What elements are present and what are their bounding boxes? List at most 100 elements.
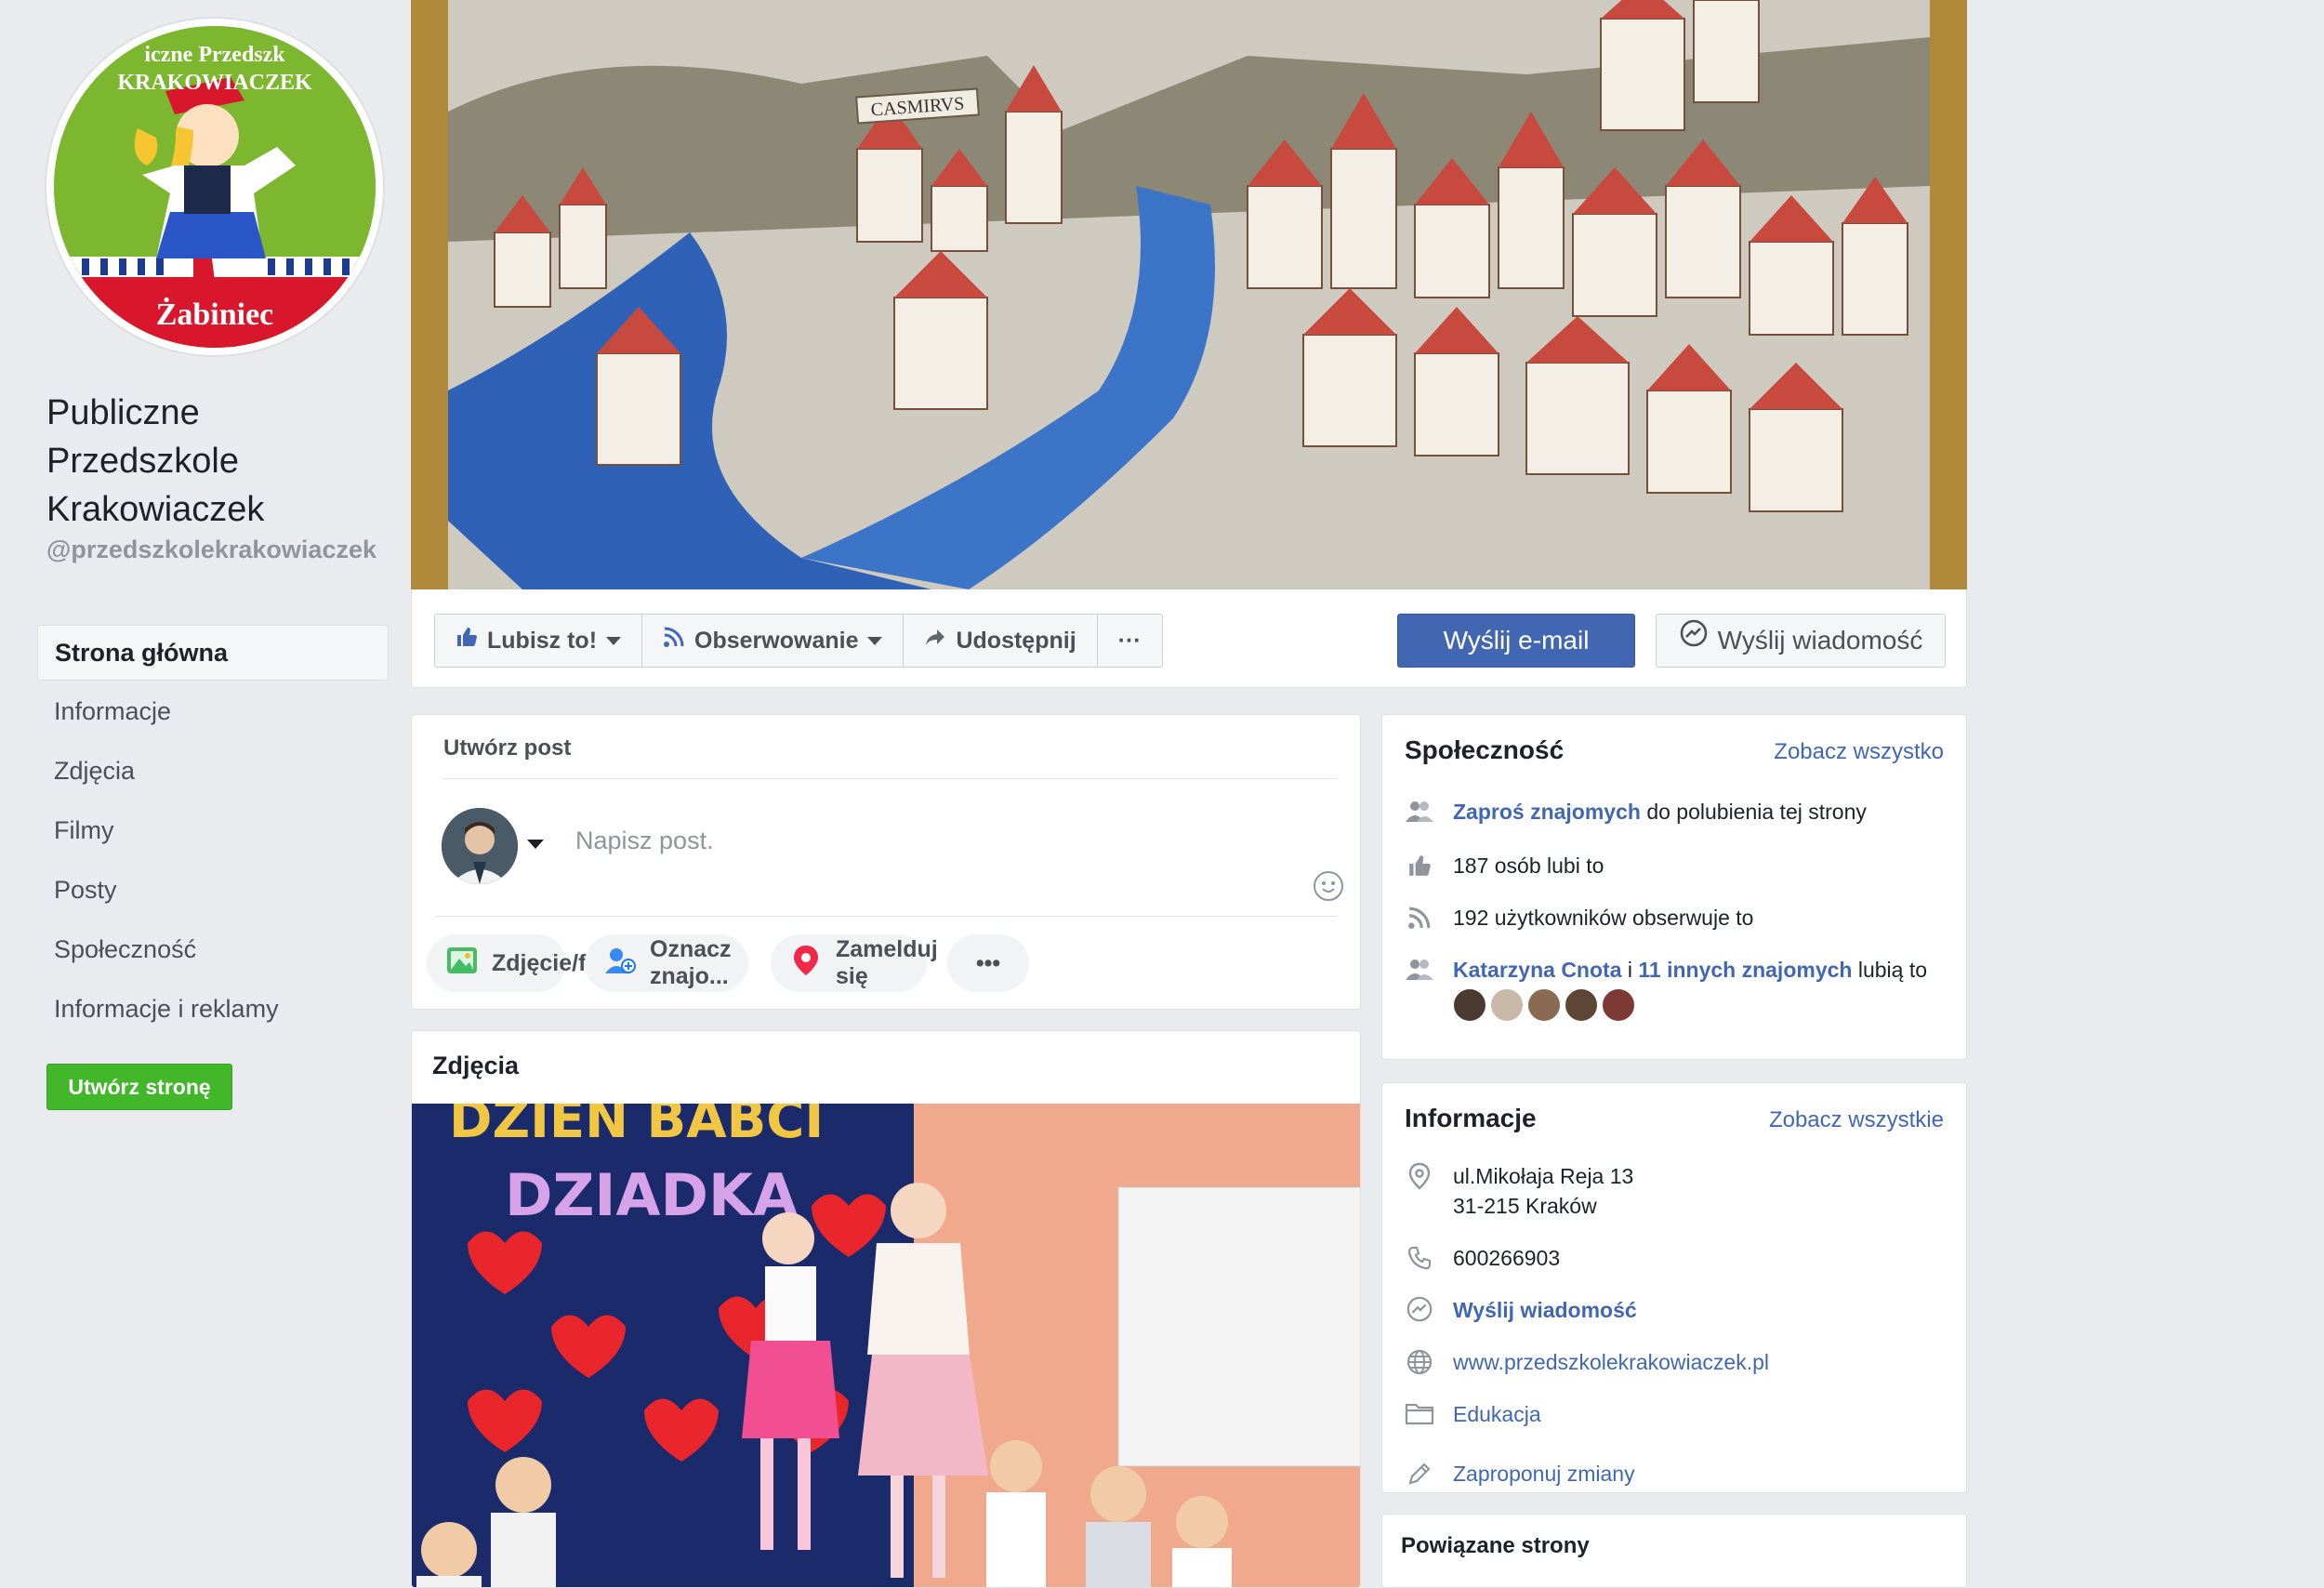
follows-count: 192 użytkowników obserwuje to bbox=[1453, 906, 1754, 930]
thumbs-up-icon bbox=[456, 615, 478, 667]
post-composer-input[interactable]: Napisz post. bbox=[575, 827, 714, 855]
follows-row: 192 użytkowników obserwuje to bbox=[1405, 903, 1948, 933]
more-dots-icon: ••• bbox=[975, 949, 1001, 976]
page-title-line3: Krakowiaczek bbox=[46, 490, 265, 529]
invite-friends-text: do polubienia tej strony bbox=[1640, 800, 1867, 824]
community-title[interactable]: Społeczność bbox=[1405, 735, 1564, 765]
website-row: www.przedszkolekrakowiaczek.pl bbox=[1405, 1347, 1948, 1377]
photo-icon bbox=[445, 944, 479, 984]
divider bbox=[443, 778, 1338, 779]
check-in-label: Zamelduj się bbox=[836, 936, 938, 989]
page-actions-group: Lubisz to! Obserwowanie Udostępnij ··· bbox=[434, 614, 1163, 668]
send-message-button[interactable]: Wyślij wiadomość bbox=[1656, 614, 1946, 668]
community-see-all-link[interactable]: Zobacz wszystko bbox=[1774, 739, 1944, 765]
friend-avatars bbox=[1453, 988, 1927, 1022]
create-page-button[interactable]: Utwórz stronę bbox=[46, 1064, 232, 1110]
like-button[interactable]: Lubisz to! bbox=[435, 615, 643, 667]
phone-row: 600266903 bbox=[1405, 1243, 1948, 1273]
avatar[interactable] bbox=[442, 808, 518, 884]
more-dots-icon: ··· bbox=[1117, 628, 1142, 654]
invite-friends-row: Zaproś znajomych do polubienia tej stron… bbox=[1405, 797, 1948, 827]
logo-text-bottom: Żabiniec bbox=[155, 298, 274, 332]
community-card: Społeczność Zobacz wszystko Zaproś znajo… bbox=[1381, 714, 1967, 1060]
follow-label: Obserwowanie bbox=[694, 628, 859, 654]
people-icon bbox=[1405, 955, 1434, 985]
send-message-label: Wyślij wiadomość bbox=[1717, 626, 1923, 655]
profile-picture[interactable]: iczne Przedszk KRAKOWIACZEK Żabiniec bbox=[46, 19, 383, 355]
page-action-bar: Lubisz to! Obserwowanie Udostępnij ··· W… bbox=[411, 589, 1967, 688]
category-link[interactable]: Edukacja bbox=[1453, 1399, 1541, 1429]
photo-banner-line1: DZIEN BABCI bbox=[449, 1104, 824, 1150]
nav-item-photos[interactable]: Zdjęcia bbox=[37, 742, 389, 801]
photos-title[interactable]: Zdjęcia bbox=[432, 1052, 519, 1080]
friend-avatar[interactable] bbox=[1527, 988, 1561, 1022]
website-link[interactable]: www.przedszkolekrakowiaczek.pl bbox=[1453, 1347, 1769, 1377]
cover-photo[interactable]: CASMIRVS bbox=[411, 0, 1967, 589]
info-see-all-link[interactable]: Zobacz wszystkie bbox=[1769, 1107, 1944, 1133]
tag-friends-label: Oznacz znajo... bbox=[650, 936, 732, 989]
other-friends-link[interactable]: 11 innych znajomych bbox=[1638, 958, 1852, 982]
nav-item-info-ads[interactable]: Informacje i reklamy bbox=[37, 980, 389, 1039]
create-post-title[interactable]: Utwórz post bbox=[443, 735, 571, 761]
related-pages-card: Powiązane strony bbox=[1381, 1514, 1967, 1588]
friends-like-row: Katarzyna Cnota i 11 innych znajomych lu… bbox=[1405, 955, 1948, 1022]
nav-item-home[interactable]: Strona główna bbox=[37, 625, 389, 681]
page-handle[interactable]: @przedszkolekrakowiaczek bbox=[46, 536, 390, 563]
friend-avatar[interactable] bbox=[1565, 988, 1598, 1022]
create-post-card: Utwórz post Napisz post. Zdjęcie/film Oz… bbox=[411, 714, 1361, 1010]
chevron-down-icon[interactable] bbox=[527, 840, 544, 849]
send-message-link[interactable]: Wyślij wiadomość bbox=[1453, 1295, 1637, 1325]
photos-card: Zdjęcia DZIEN BABCI DZIADKA bbox=[411, 1030, 1361, 1588]
more-actions-button[interactable]: ··· bbox=[1098, 615, 1162, 667]
logo: iczne Przedszk KRAKOWIACZEK Żabiniec bbox=[54, 26, 376, 348]
friends-like-text: lubią to bbox=[1852, 958, 1928, 982]
phone-number[interactable]: 600266903 bbox=[1453, 1243, 1560, 1273]
check-in-button[interactable]: Zamelduj się bbox=[771, 934, 938, 992]
share-arrow-icon bbox=[924, 615, 946, 667]
tag-people-icon bbox=[603, 944, 637, 984]
map-pin-icon bbox=[1405, 1161, 1434, 1191]
chevron-down-icon bbox=[867, 636, 883, 645]
photo-video-button[interactable]: Zdjęcie/film bbox=[427, 934, 620, 992]
category-row: Edukacja bbox=[1405, 1399, 1948, 1429]
rss-icon bbox=[1405, 903, 1434, 933]
friend-and-text: i bbox=[1621, 958, 1639, 982]
page-title[interactable]: Publiczne Przedszkole Krakowiaczek bbox=[46, 389, 400, 534]
friend-name-link[interactable]: Katarzyna Cnota bbox=[1453, 958, 1621, 982]
suggest-edits-link[interactable]: Zaproponuj zmiany bbox=[1453, 1459, 1635, 1489]
thumbs-up-icon bbox=[1405, 851, 1434, 880]
more-options-button[interactable]: ••• bbox=[947, 934, 1029, 992]
send-email-button[interactable]: Wyślij e-mail bbox=[1397, 614, 1635, 668]
logo-text-mid: KRAKOWIACZEK bbox=[117, 71, 312, 95]
nav-item-posts[interactable]: Posty bbox=[37, 861, 389, 920]
invite-friends-link[interactable]: Zaproś znajomych bbox=[1453, 800, 1641, 824]
likes-row: 187 osób lubi to bbox=[1405, 851, 1948, 880]
nav-item-community[interactable]: Społeczność bbox=[37, 920, 389, 980]
pencil-icon bbox=[1405, 1459, 1434, 1489]
tag-friends-button[interactable]: Oznacz znajo... bbox=[585, 934, 748, 992]
likes-count: 187 osób lubi to bbox=[1453, 854, 1604, 878]
share-button[interactable]: Udostępnij bbox=[904, 615, 1098, 667]
friend-avatar[interactable] bbox=[1602, 988, 1635, 1022]
messenger-icon bbox=[1405, 1295, 1434, 1325]
logo-text-top: iczne Przedszk bbox=[144, 43, 285, 67]
chevron-down-icon bbox=[606, 636, 622, 645]
related-pages-title[interactable]: Powiązane strony bbox=[1401, 1533, 1590, 1559]
photo-banner-line2: DZIADKA bbox=[505, 1161, 798, 1229]
phone-icon bbox=[1405, 1243, 1434, 1273]
friend-avatar[interactable] bbox=[1490, 988, 1524, 1022]
divider bbox=[434, 916, 1338, 917]
info-card: Informacje Zobacz wszystkie ul.Mikołaja … bbox=[1381, 1082, 1967, 1493]
page-title-line2: Przedszkole bbox=[46, 442, 239, 481]
nav-item-about[interactable]: Informacje bbox=[37, 682, 389, 742]
address-line2: 31-215 Kraków bbox=[1453, 1194, 1597, 1218]
photo-thumbnail[interactable]: DZIEN BABCI DZIADKA bbox=[412, 1104, 1360, 1587]
follow-button[interactable]: Obserwowanie bbox=[642, 615, 905, 667]
info-title[interactable]: Informacje bbox=[1405, 1104, 1537, 1133]
page-title-line1: Publiczne bbox=[46, 393, 200, 432]
friend-avatar[interactable] bbox=[1453, 988, 1486, 1022]
globe-icon bbox=[1405, 1347, 1434, 1377]
people-icon bbox=[1405, 797, 1434, 827]
nav-item-videos[interactable]: Filmy bbox=[37, 801, 389, 861]
emoji-icon[interactable] bbox=[1314, 871, 1343, 901]
